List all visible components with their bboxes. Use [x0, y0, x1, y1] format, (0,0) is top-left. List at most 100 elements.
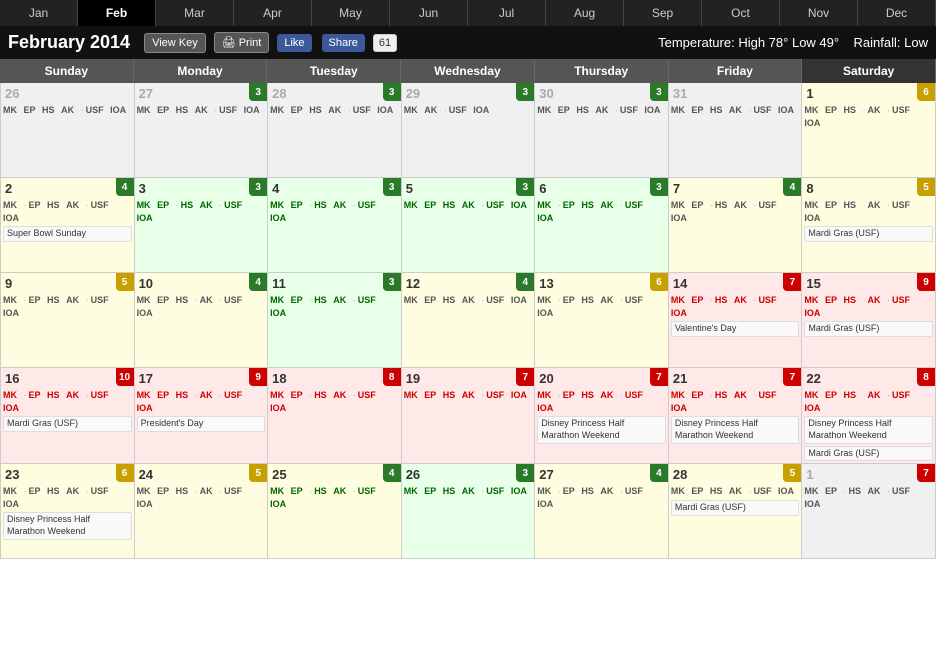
cal-cell-28: 528MK EP HS AK ·USF IOA Mardi Gras (USF) [669, 464, 803, 559]
day-number: 21 [671, 370, 800, 387]
day-number: 10 [137, 275, 266, 292]
nav-month-sep[interactable]: Sep [624, 0, 702, 26]
crowd-badge: 7 [783, 273, 801, 291]
nav-month-feb[interactable]: Feb [78, 0, 156, 26]
crowd-badge: 8 [917, 368, 935, 386]
weather-info: Temperature: High 78° Low 49° Rainfall: … [658, 35, 928, 50]
printer-icon: 🖨 [222, 36, 236, 49]
day-number: 25 [270, 466, 399, 483]
crowd-badge: 4 [116, 178, 134, 196]
parks-line: MK EP ·HS AK ·USF IOA [671, 389, 800, 414]
parks-line: MK EP HS ·AK ·USF IOA [804, 294, 933, 319]
parks-line: MK EP HS ·AK ·USF IOA [137, 389, 266, 414]
cal-cell-16: 1016 MK ·EP HS AK ·USF IOA Mardi Gras (US… [1, 368, 135, 464]
nav-month-jul[interactable]: Jul [468, 0, 546, 26]
parks-line: MK ·EP HS AK ·USF IOA [537, 485, 666, 510]
day-number: 28 [671, 466, 800, 483]
day-number: 8 [804, 180, 933, 197]
day-number: 11 [270, 275, 399, 292]
nav-month-nov[interactable]: Nov [780, 0, 858, 26]
parks-line: MK EP HS AK ·USF IOA [404, 485, 533, 498]
parks-line: MK EP HS AK ·USF IOA [404, 199, 533, 212]
facebook-share-button[interactable]: Share [322, 34, 365, 52]
crowd-badge: 6 [917, 83, 935, 101]
crowd-badge: 3 [650, 83, 668, 101]
cal-cell-18: 818 MK EP ·HS AK ·USF IOA [268, 368, 402, 464]
day-number: 31 [671, 85, 800, 102]
day-number: 3 [137, 180, 266, 197]
cal-cell-17: 917MK EP HS ·AK ·USF IOA President's Day [135, 368, 269, 464]
share-count: 61 [373, 34, 397, 52]
view-key-button[interactable]: View Key [144, 33, 206, 53]
crowd-badge: 5 [783, 464, 801, 482]
dow-sunday: Sunday [0, 59, 134, 83]
facebook-like-button[interactable]: Like [277, 34, 311, 52]
event-label: Super Bowl Sunday [3, 226, 132, 242]
cal-cell-27: 427 MK ·EP HS AK ·USF IOA [535, 464, 669, 559]
nav-month-mar[interactable]: Mar [156, 0, 234, 26]
event-label: President's Day [137, 416, 266, 432]
month-nav: JanFebMarAprMayJunJulAugSepOctNovDec [0, 0, 936, 26]
nav-month-apr[interactable]: Apr [234, 0, 312, 26]
day-number: 16 [3, 370, 132, 387]
crowd-badge: 5 [116, 273, 134, 291]
nav-month-dec[interactable]: Dec [858, 0, 936, 26]
day-number: 22 [804, 370, 933, 387]
day-number: 1 [804, 85, 933, 102]
nav-month-may[interactable]: May [312, 0, 390, 26]
crowd-badge: 7 [917, 464, 935, 482]
event-label: Mardi Gras (USF) [804, 446, 933, 462]
crowd-badge: 3 [516, 83, 534, 101]
crowd-badge: 4 [783, 178, 801, 196]
calendar-grid: 26MK EP HS AK ·USF IOA 327MK EP HS AK ·U… [0, 83, 936, 559]
parks-line: MK EP ·HS AK ·USF IOA [270, 199, 399, 224]
crowd-badge: 3 [383, 273, 401, 291]
parks-line: MK ·EP HS AK ·USF IOA [3, 199, 132, 224]
crowd-badge: 4 [650, 464, 668, 482]
crowd-badge: 6 [650, 273, 668, 291]
day-number: 14 [671, 275, 800, 292]
nav-month-aug[interactable]: Aug [546, 0, 624, 26]
dow-tuesday: Tuesday [267, 59, 401, 83]
cal-cell-11: 311 MK EP ·HS AK ·USF IOA [268, 273, 402, 368]
crowd-badge: 3 [650, 178, 668, 196]
event-label: Disney Princess Half Marathon Weekend [537, 416, 666, 443]
crowd-badge: 10 [116, 368, 134, 386]
crowd-badge: 6 [116, 464, 134, 482]
parks-line: MK EP HS AK ·USF IOA [270, 104, 399, 117]
day-number: 20 [537, 370, 666, 387]
day-number: 27 [137, 85, 266, 102]
parks-line: MK EP ·HS AK ·USF IOA [270, 485, 399, 510]
parks-line: MK EP ·HS AK ·USF IOA [137, 199, 266, 224]
parks-line: MK EP HS AK ·USF IOA [537, 104, 666, 117]
parks-line: MK EP HS AK ·USF IOA [671, 104, 800, 117]
crowd-badge: 3 [516, 464, 534, 482]
nav-month-jun[interactable]: Jun [390, 0, 468, 26]
day-number: 1 [804, 466, 933, 483]
day-number: 27 [537, 466, 666, 483]
nav-month-oct[interactable]: Oct [702, 0, 780, 26]
crowd-badge: 3 [249, 178, 267, 196]
crowd-badge: 3 [249, 83, 267, 101]
parks-line: MK EP ·HS AK ·USF IOA [270, 389, 399, 414]
day-number: 4 [270, 180, 399, 197]
parks-line: MK EP ·HS AK ·USF IOA [270, 294, 399, 319]
crowd-badge: 5 [249, 464, 267, 482]
crowd-badge: 9 [917, 273, 935, 291]
cal-cell-other-30: 330MK EP HS AK ·USF IOA [535, 83, 669, 178]
cal-cell-5: 35MK EP HS AK ·USF IOA [402, 178, 536, 273]
parks-line: MK ·EP HS AK ·USF IOA [537, 294, 666, 319]
parks-line: MK EP HS ·AK ·USF IOA [804, 389, 933, 414]
parks-line: MK ·EP HS AK ·USF IOA [537, 389, 666, 414]
day-number: 18 [270, 370, 399, 387]
crowd-badge: 7 [783, 368, 801, 386]
parks-line: MK EP HS AK ·USF IOA [671, 485, 800, 498]
parks-line: MK ·EP HS AK ·USF IOA [3, 389, 132, 414]
day-number: 2 [3, 180, 132, 197]
cal-cell-9: 59MK ·EP HS AK ·USF IOA [1, 273, 135, 368]
crowd-badge: 8 [383, 368, 401, 386]
nav-month-jan[interactable]: Jan [0, 0, 78, 26]
event-label: Mardi Gras (USF) [3, 416, 132, 432]
day-number: 17 [137, 370, 266, 387]
print-button[interactable]: 🖨 Print [214, 32, 270, 53]
